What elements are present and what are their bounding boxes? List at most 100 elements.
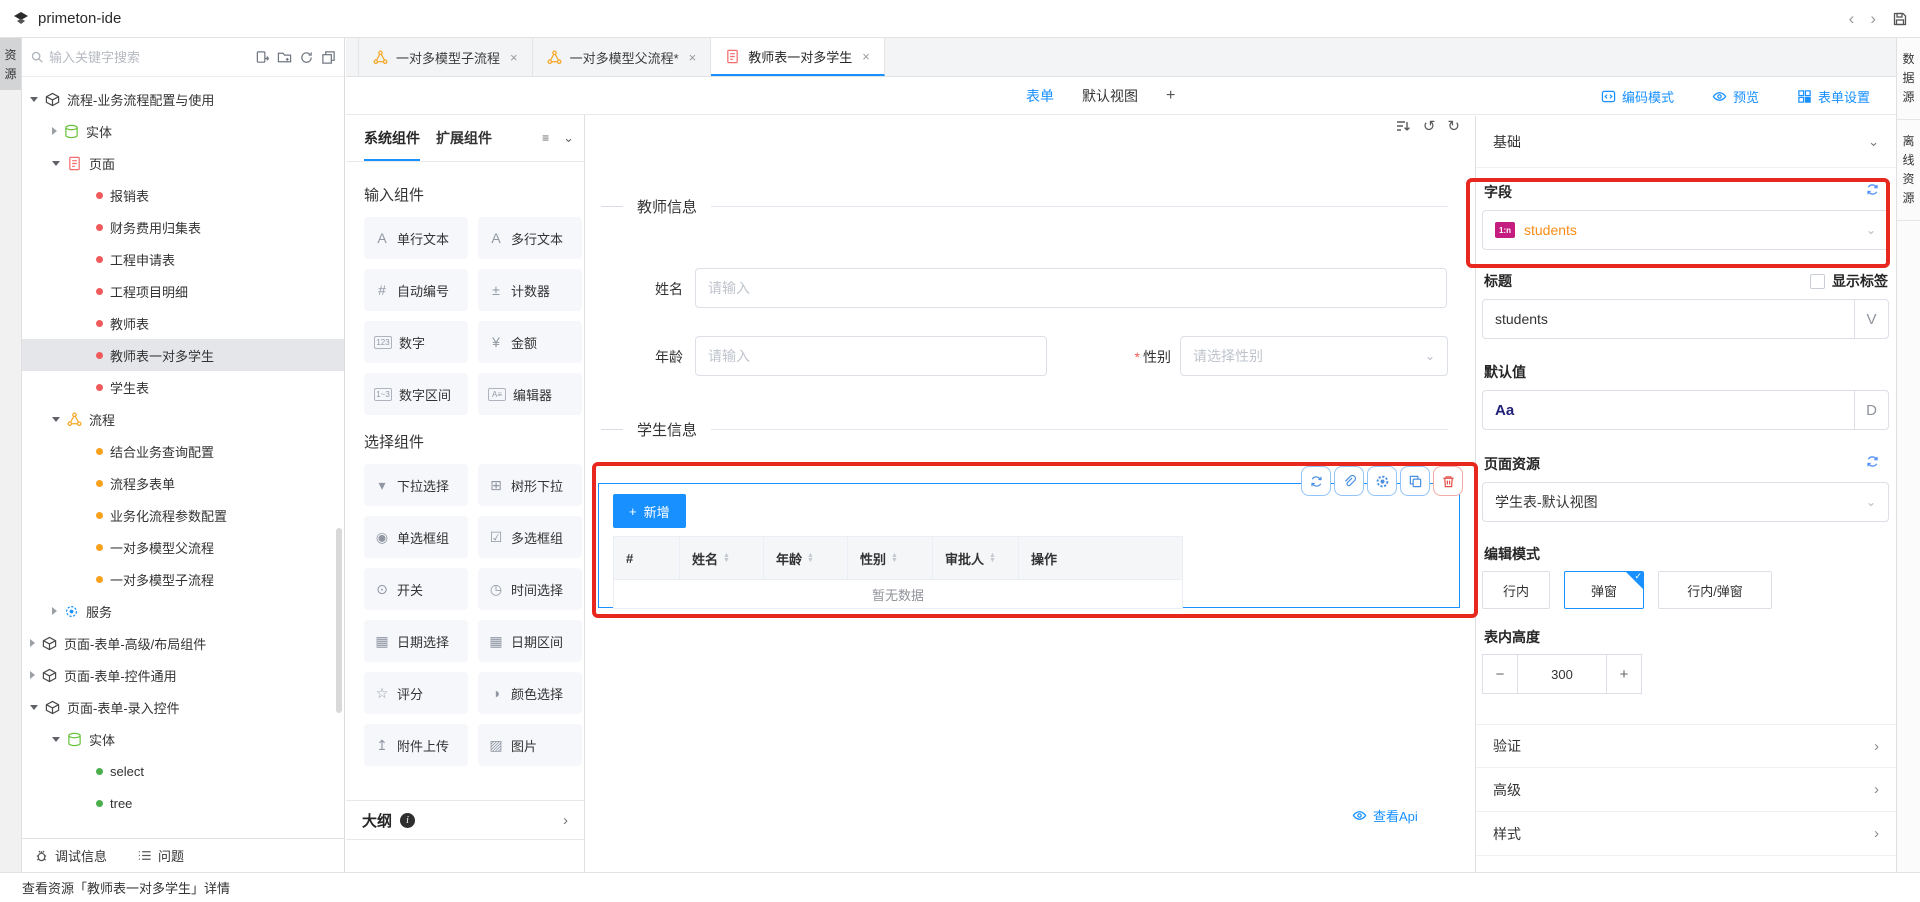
tree-item[interactable]: 流程多表单 <box>22 467 344 499</box>
close-icon[interactable]: × <box>689 50 697 65</box>
student-subform-widget[interactable]: + 新增 #姓名▲▼年龄▲▼性别▲▼审批人▲▼操作 暂无数据 <box>598 483 1460 608</box>
palette-item-金额[interactable]: ¥金额 <box>478 321 582 363</box>
palette-item-树形下拉[interactable]: ⊞树形下拉 <box>478 464 582 506</box>
edit-mode-弹窗[interactable]: 弹窗✓ <box>1564 571 1644 609</box>
tree-item[interactable]: 教师表 <box>22 307 344 339</box>
sort-icon[interactable]: ▲▼ <box>807 553 814 563</box>
nav-forward-icon[interactable]: › <box>1870 9 1876 29</box>
palette-item-多行文本[interactable]: A多行文本 <box>478 217 582 259</box>
delete-icon[interactable] <box>1433 466 1463 496</box>
action-编码模式[interactable]: 编码模式 <box>1601 87 1674 106</box>
title-input[interactable]: students V <box>1482 299 1889 339</box>
dynamic-toggle-button[interactable]: D <box>1854 391 1888 429</box>
caret-down-icon[interactable] <box>52 417 60 422</box>
doc-tab-教师表一对多学生[interactable]: 教师表一对多学生× <box>711 38 885 76</box>
link-icon[interactable] <box>1334 466 1364 496</box>
sidebar-scrollbar[interactable] <box>336 528 342 713</box>
plus-button[interactable]: + <box>1606 654 1642 694</box>
refresh-icon[interactable] <box>299 50 314 65</box>
palette-item-评分[interactable]: ☆评分 <box>364 672 468 714</box>
doc-tab-一对多模型子流程[interactable]: 一对多模型子流程× <box>358 38 533 76</box>
section-验证[interactable]: 验证› <box>1476 724 1896 768</box>
tree-item[interactable]: 页面-表单-录入控件 <box>22 691 344 723</box>
palette-item-计数器[interactable]: ±计数器 <box>478 269 582 311</box>
tree-item[interactable]: 一对多模型子流程 <box>22 563 344 595</box>
table-column-性别[interactable]: 性别▲▼ <box>848 537 933 579</box>
copy-icon[interactable] <box>1400 466 1430 496</box>
tree-item[interactable]: 页面 <box>22 147 344 179</box>
tree-item[interactable]: select <box>22 755 344 787</box>
save-icon[interactable] <box>1892 11 1908 27</box>
table-column-审批人[interactable]: 审批人▲▼ <box>933 537 1019 579</box>
field-select[interactable]: 1:n students ⌄ <box>1482 210 1889 250</box>
tree-item[interactable]: 一对多模型父流程 <box>22 531 344 563</box>
tree-item[interactable]: 财务费用归集表 <box>22 211 344 243</box>
minus-button[interactable]: − <box>1482 654 1518 694</box>
palette-item-附件上传[interactable]: ↥附件上传 <box>364 724 468 766</box>
palette-item-单行文本[interactable]: A单行文本 <box>364 217 468 259</box>
section-高级[interactable]: 高级› <box>1476 768 1896 812</box>
menu-icon[interactable]: ≡ <box>542 131 549 145</box>
gender-select[interactable]: 请选择性别 ⌄ <box>1180 336 1448 376</box>
palette-item-颜色选择[interactable]: ◑颜色选择 <box>478 672 582 714</box>
palette-item-日期区间[interactable]: ▦日期区间 <box>478 620 582 662</box>
table-column-年龄[interactable]: 年龄▲▼ <box>764 537 848 579</box>
tree-item[interactable]: 服务 <box>22 595 344 627</box>
refresh-icon[interactable] <box>1865 454 1880 469</box>
tree-item[interactable]: 实体 <box>22 115 344 147</box>
palette-item-日期选择[interactable]: ▦日期选择 <box>364 620 468 662</box>
debug-bar-问题[interactable]: 问题 <box>137 846 184 865</box>
tree-item[interactable]: 流程-业务流程配置与使用 <box>22 83 344 115</box>
tree-item[interactable]: 页面-表单-控件通用 <box>22 659 344 691</box>
palette-item-开关[interactable]: ⊙开关 <box>364 568 468 610</box>
add-view-button[interactable]: + <box>1166 87 1175 105</box>
palette-item-数字[interactable]: 123数字 <box>364 321 468 363</box>
palette-item-图片[interactable]: ▨图片 <box>478 724 582 766</box>
palette-item-多选框组[interactable]: ☑多选框组 <box>478 516 582 558</box>
palette-item-自动编号[interactable]: #自动编号 <box>364 269 468 311</box>
properties-header[interactable]: 基础 ⌄ <box>1476 116 1896 168</box>
search-input[interactable] <box>49 50 250 65</box>
sort-icon[interactable]: ▲▼ <box>989 553 996 563</box>
caret-down-icon[interactable] <box>52 161 60 166</box>
table-column-姓名[interactable]: 姓名▲▼ <box>680 537 764 579</box>
caret-right-icon[interactable] <box>52 607 57 615</box>
tree-item[interactable]: 业务化流程参数配置 <box>22 499 344 531</box>
debug-bar-调试信息[interactable]: 调试信息 <box>34 846 107 865</box>
collapse-panel-icon[interactable]: ⌄ <box>563 130 574 146</box>
palette-item-单选框组[interactable]: ◉单选框组 <box>364 516 468 558</box>
default-value-input[interactable]: Aa D <box>1482 390 1889 430</box>
show-label-checkbox[interactable] <box>1810 274 1825 289</box>
caret-right-icon[interactable] <box>52 127 57 135</box>
outline-section[interactable]: 大纲 i › <box>346 800 584 840</box>
activity-tab-数据源[interactable]: 数据源 <box>1897 38 1920 120</box>
caret-right-icon[interactable] <box>30 671 35 679</box>
edit-mode-行内/弹窗[interactable]: 行内/弹窗 <box>1658 571 1772 609</box>
collapse-icon[interactable] <box>321 50 336 65</box>
caret-down-icon[interactable] <box>30 97 38 102</box>
sort-icon[interactable]: ▲▼ <box>723 553 730 563</box>
tree-item[interactable]: 页面-表单-高级/布局组件 <box>22 627 344 659</box>
palette-item-下拉选择[interactable]: ▾下拉选择 <box>364 464 468 506</box>
tree-item[interactable]: 实体 <box>22 723 344 755</box>
caret-down-icon[interactable] <box>30 705 38 710</box>
palette-item-时间选择[interactable]: ◷时间选择 <box>478 568 582 610</box>
action-表单设置[interactable]: 表单设置 <box>1797 87 1870 106</box>
section-样式[interactable]: 样式› <box>1476 812 1896 856</box>
tree-item[interactable]: 教师表一对多学生 <box>22 339 344 371</box>
view-api-link[interactable]: 查看Api <box>1352 806 1418 825</box>
variable-toggle-button[interactable]: V <box>1854 300 1888 338</box>
redo-icon[interactable]: ↻ <box>1447 117 1460 135</box>
caret-right-icon[interactable] <box>30 639 35 647</box>
tree-item[interactable]: 工程项目明细 <box>22 275 344 307</box>
name-field-input[interactable]: 请输入 <box>695 268 1447 308</box>
palette-item-编辑器[interactable]: A≡编辑器 <box>478 373 582 415</box>
close-icon[interactable]: × <box>510 50 518 65</box>
sync-icon[interactable] <box>1301 466 1331 496</box>
view-tab-默认视图[interactable]: 默认视图 <box>1082 86 1138 106</box>
settings-icon[interactable] <box>1367 466 1397 496</box>
page-resource-select[interactable]: 学生表-默认视图 ⌄ <box>1482 482 1889 522</box>
view-tab-表单[interactable]: 表单 <box>1026 86 1054 106</box>
activity-tab-离线资源[interactable]: 离线资源 <box>1897 120 1920 221</box>
add-row-button[interactable]: + 新增 <box>613 494 686 528</box>
